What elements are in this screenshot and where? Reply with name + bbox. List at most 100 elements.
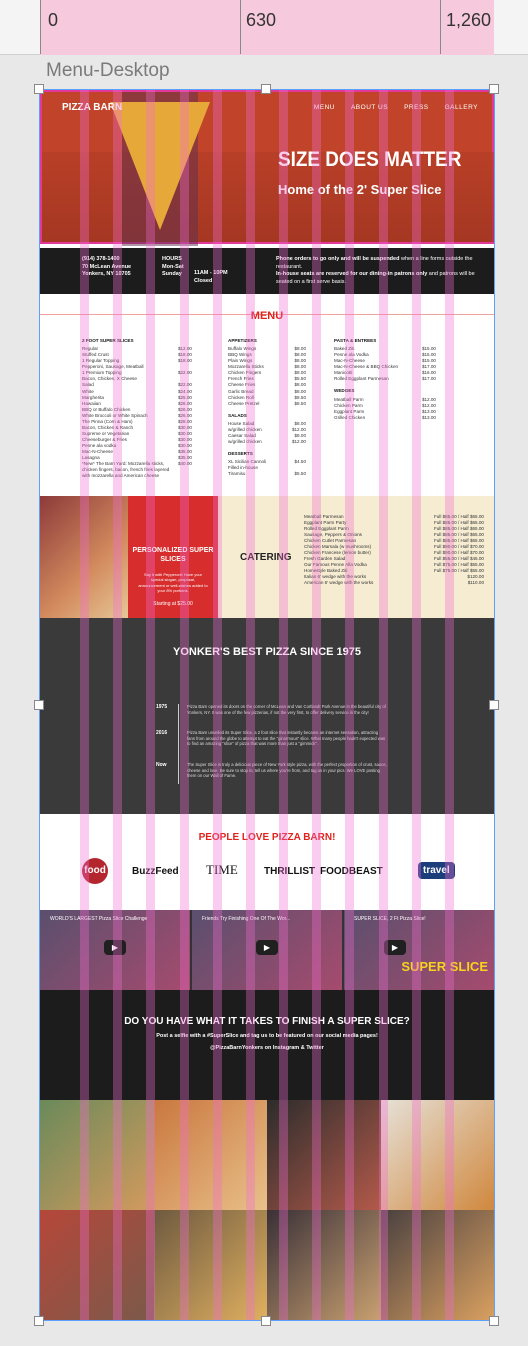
main-nav: MENU ABOUT US PRESS GALLERY xyxy=(314,104,478,111)
item-price: $12.00 xyxy=(291,438,306,444)
resize-handle[interactable] xyxy=(261,1316,271,1326)
menu-items: Meatball Parm $12.00 Chicken Parm $12.00 Egg… xyxy=(334,397,436,421)
notice-block: Phone orders to go only and will be susp… xyxy=(276,256,476,287)
time: Closed xyxy=(194,277,213,284)
video-thumbnail[interactable]: WORLD'S LARGEST Pizza Slice Challenge ▶ xyxy=(40,910,190,990)
time-logo[interactable]: TIME xyxy=(206,862,238,878)
ruler-number: 1,260 xyxy=(446,10,492,30)
menu-section-heading: APPETIZERS xyxy=(228,338,257,343)
item-name: Cheese Pretzel xyxy=(228,400,260,406)
catering-section: CATERING Meatball Parmesan Full $85.00 / … xyxy=(218,496,494,618)
item-price: $17.00 xyxy=(421,376,436,382)
resize-handle[interactable] xyxy=(34,84,44,94)
menu-items: Regular $12.00 Stuffed Crust $18.00 1 Regula… xyxy=(82,346,192,479)
item-price: $40.00 xyxy=(177,461,192,467)
play-icon[interactable]: ▶ xyxy=(256,940,278,955)
gallery-photo[interactable] xyxy=(153,1210,267,1320)
video-caption: Friends Try Finishing One Of The Wor... xyxy=(202,916,291,922)
ruler-tick xyxy=(40,0,41,54)
menu-section-heading: DESSERTS xyxy=(228,451,253,456)
timeline-year: Now xyxy=(156,762,167,768)
resize-handle[interactable] xyxy=(34,1316,44,1326)
gallery-photo[interactable] xyxy=(40,1100,154,1210)
item-price: $110.00 xyxy=(467,579,484,585)
brand-logo[interactable]: PIZZA BARN xyxy=(62,102,122,113)
menu-item: American 6' wedge with the works $110.00 xyxy=(304,580,484,586)
foodbeast-logo[interactable]: FOODBEAST xyxy=(320,866,383,877)
ruler-tick xyxy=(440,0,441,54)
timeline-text: The Super Slice is truly a delicious pie… xyxy=(187,762,387,779)
challenge-section: DO YOU HAVE WHAT IT TAKES TO FINISH A SU… xyxy=(40,990,494,1100)
nav-menu[interactable]: MENU xyxy=(314,104,335,111)
press-title: PEOPLE LOVE PIZZA BARN! xyxy=(198,832,336,843)
desktop-frame[interactable]: PIZZA BARN MENU ABOUT US PRESS GALLERY S… xyxy=(40,90,494,1320)
resize-handle[interactable] xyxy=(489,700,499,710)
ruler-number: 0 xyxy=(48,10,59,30)
video-thumbnail[interactable]: Friends Try Finishing One Of The Wor... … xyxy=(192,910,342,990)
item-name: Grilled Chicken xyxy=(334,414,366,420)
address-line: 70 McLean Avenue xyxy=(82,263,132,270)
menu-section-heading: 2 FOOT SUPER SLICES xyxy=(82,338,134,343)
gallery-photo[interactable] xyxy=(267,1100,381,1210)
address-line: Yonkers, NY 10705 xyxy=(82,271,131,278)
gallery-photo[interactable] xyxy=(380,1100,494,1210)
resize-handle[interactable] xyxy=(489,84,499,94)
phone[interactable]: (914) 378-1400 xyxy=(82,256,131,264)
menu-item: Grilled Chicken $13.00 xyxy=(334,415,436,421)
nav-gallery[interactable]: GALLERY xyxy=(445,104,478,111)
item-price: $4.50 xyxy=(294,459,307,465)
play-icon[interactable]: ▶ xyxy=(104,940,126,955)
menu-title: MENU xyxy=(250,310,284,322)
catering-list: Meatball Parmesan Full $85.00 / Half $65.… xyxy=(304,514,484,586)
hero-title: SIZE DOES MATTER xyxy=(278,148,462,171)
gallery-photo[interactable] xyxy=(380,1210,494,1320)
menu-section-heading: SALADS xyxy=(228,412,247,418)
menu-items: XL Sicilian Cannoli $4.50 Filled in-house T… xyxy=(228,459,306,477)
resize-handle[interactable] xyxy=(489,1316,499,1326)
item-name: Tiramisu xyxy=(228,471,246,477)
ruler-number: 630 xyxy=(246,10,277,30)
press-section: PEOPLE LOVE PIZZA BARN! food BuzzFeed TI… xyxy=(40,814,494,910)
item-name: Rolled Eggplant Parmesan xyxy=(334,376,389,382)
notice-bold: Phone orders to go only and will be susp… xyxy=(276,256,400,262)
resize-handle[interactable] xyxy=(261,84,271,94)
contact-block: (914) 378-1400 70 McLean Avenue Yonkers,… xyxy=(82,256,131,279)
menu-column-superslices: 2 FOOT SUPER SLICES Regular $12.00 Stuffed… xyxy=(82,338,192,479)
video-thumbnail[interactable]: SUPER SLICE, 2 Ft Pizza Slice! ▶ SUPER S… xyxy=(344,910,494,990)
timeline-text: Pizza Barn unveiled its Super Slice, a 2… xyxy=(187,730,386,747)
item-price: $13.00 xyxy=(421,414,436,420)
food-network-logo[interactable]: food xyxy=(82,858,108,884)
thrillist-logo[interactable]: THRILLIST xyxy=(264,866,315,877)
timeline-line xyxy=(178,704,179,784)
promo-price: Starting at $25.00 xyxy=(153,600,193,607)
travel-channel-logo[interactable]: travel xyxy=(418,862,455,879)
video-caption: SUPER SLICE, 2 Ft Pizza Slice! xyxy=(354,916,426,922)
history-section: YONKER'S BEST PIZZA SINCE 1975 1975 Pizz… xyxy=(40,618,494,814)
notice-bold: In-house seats are reserved for our dini… xyxy=(276,271,428,278)
item-price: $5.50 xyxy=(294,471,307,477)
frame-label[interactable]: Menu-Desktop xyxy=(46,60,170,82)
item-name: American 6' wedge with the works xyxy=(304,579,374,585)
personalized-promo: PERSONALIZED SUPER SLICES Say it with Pe… xyxy=(128,496,218,618)
play-icon[interactable]: ▶ xyxy=(384,940,406,955)
menu-section-heading: PASTA & ENTREES xyxy=(334,338,377,343)
timeline-year: 2016 xyxy=(156,730,168,736)
item-name: *New* The Barn Yard: Mozzarella sticks, … xyxy=(82,461,170,479)
nav-press[interactable]: PRESS xyxy=(404,104,429,111)
gallery-photo[interactable] xyxy=(153,1100,267,1210)
hours-label: HOURS xyxy=(162,256,182,262)
nav-about[interactable]: ABOUT US xyxy=(351,104,388,111)
super-slice-overlay: SUPER SLICE xyxy=(401,959,488,974)
resize-handle[interactable] xyxy=(34,700,44,710)
item-price: $8.50 xyxy=(294,400,307,406)
buzzfeed-logo[interactable]: BuzzFeed xyxy=(132,866,179,877)
ruler-tick xyxy=(240,0,241,54)
menu-section-heading: WEDGES xyxy=(334,388,355,394)
video-caption: WORLD'S LARGEST Pizza Slice Challenge xyxy=(50,916,148,922)
menu-items: Buffalo Wings $8.00 BBQ Wings $8.00 Plain Wi… xyxy=(228,346,306,407)
gallery-photo[interactable] xyxy=(40,1210,154,1320)
challenge-line: Post a selfie with a #SuperSlice and tag… xyxy=(156,1033,378,1039)
gallery-photo[interactable] xyxy=(267,1210,381,1320)
info-bar: (914) 378-1400 70 McLean Avenue Yonkers,… xyxy=(40,248,494,294)
challenge-handle[interactable]: @PizzaBarnYonkers on Instagram & Twitter xyxy=(40,1045,494,1051)
